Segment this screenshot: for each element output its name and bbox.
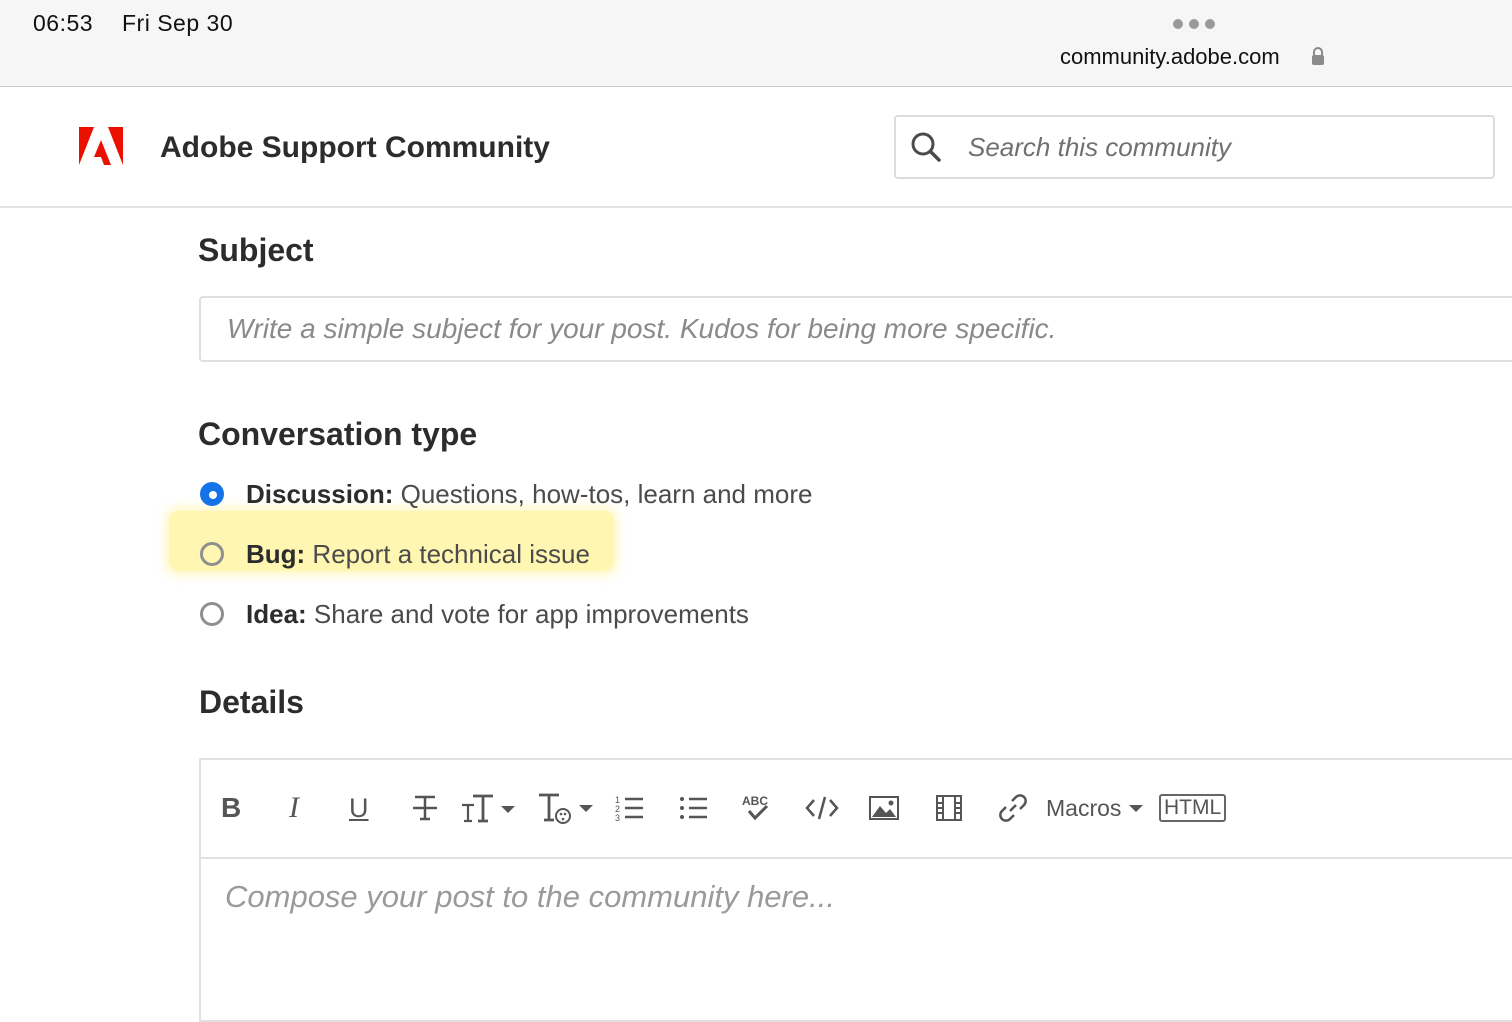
radio-option-idea[interactable]: Idea: Share and vote for app improvement… [199,594,749,634]
conversation-type-heading: Conversation type [198,416,478,452]
html-mode-button[interactable]: HTML [1159,788,1227,828]
bullet-list-icon [680,797,707,819]
lock-icon [1312,47,1324,65]
rich-text-editor: B I U 1 2 3 ABC Macros HTML Compose your… [199,758,1512,1022]
text-style-button[interactable] [537,788,597,828]
option-label: Idea: [246,598,307,629]
underline-icon: U [349,792,369,823]
bold-button[interactable]: B [221,788,241,828]
insert-video-button[interactable] [935,788,963,828]
status-date: Fri Sep 30 [122,10,234,36]
browser-status-bar: 06:53 Fri Sep 30 community.adobe.com [0,0,1512,87]
numbered-list-icon: 1 2 3 [615,795,643,823]
subject-field[interactable] [199,296,1512,362]
search-input[interactable] [966,117,1480,177]
more-dots-icon[interactable] [1173,19,1215,29]
radio-idea[interactable] [200,602,224,626]
option-label: Bug: [246,538,306,569]
insert-link-button[interactable] [997,788,1029,828]
macros-label: Macros [1046,794,1122,821]
details-heading: Details [199,684,304,720]
italic-button[interactable]: I [289,788,299,828]
insert-image-button[interactable] [869,788,899,828]
site-header: Adobe Support Community [0,87,1512,208]
radio-bug[interactable] [200,542,224,566]
italic-icon: I [289,791,299,824]
link-icon [999,794,1027,822]
status-time: 06:53 [33,10,94,36]
subject-input[interactable] [225,298,1509,360]
subject-heading: Subject [198,232,314,268]
code-icon [805,796,839,820]
svg-text:ABC: ABC [742,794,768,808]
font-size-button[interactable] [461,788,519,828]
spellcheck-button[interactable]: ABC [741,788,773,828]
bullet-list-button[interactable] [679,788,709,828]
search-box[interactable] [894,115,1495,179]
radio-option-discussion[interactable]: Discussion: Questions, how-tos, learn an… [199,474,812,514]
radio-discussion[interactable] [200,482,224,506]
url-text[interactable]: community.adobe.com [1060,44,1280,70]
html-label: HTML [1159,794,1227,822]
option-description: Report a technical issue [305,538,590,569]
adobe-logo-icon[interactable] [79,127,123,165]
compose-textarea[interactable] [201,859,1501,1009]
image-icon [869,796,899,820]
font-size-icon [462,794,515,823]
macros-dropdown[interactable]: Macros [1046,788,1145,828]
code-button[interactable] [805,788,839,828]
editor-toolbar: B I U 1 2 3 ABC Macros HTML [201,760,1512,859]
svg-text:3: 3 [615,813,620,823]
search-icon[interactable] [910,131,942,163]
numbered-list-button[interactable]: 1 2 3 [615,788,645,828]
spellcheck-icon: ABC [742,794,768,821]
option-description: Share and vote for app improvements [306,598,749,629]
video-icon [936,795,962,821]
option-description: Questions, how-tos, learn and more [393,478,813,509]
option-label: Discussion: [246,478,394,509]
radio-option-bug[interactable]: Bug: Report a technical issue [199,534,590,574]
strikethrough-icon [413,795,437,821]
strikethrough-button[interactable] [411,788,439,828]
bold-icon: B [221,792,242,823]
site-title[interactable]: Adobe Support Community [160,131,550,165]
chevron-down-icon [1129,805,1144,812]
text-style-icon [539,793,593,824]
underline-button[interactable]: U [349,788,369,828]
